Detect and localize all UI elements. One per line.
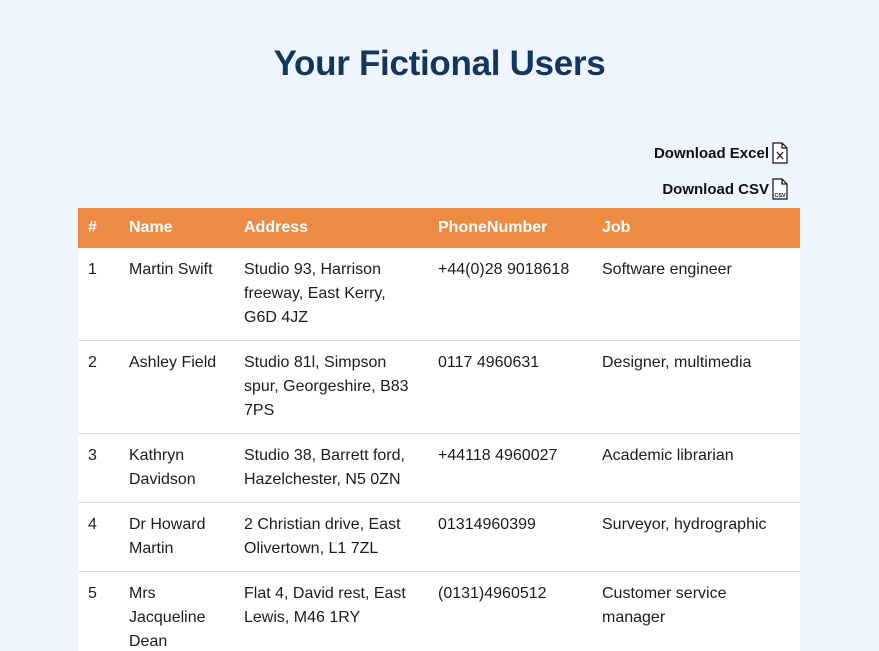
cell-job: Software engineer [592, 248, 800, 341]
download-csv-link[interactable]: Download CSV CSV [654, 176, 789, 200]
cell-phone: +44118 4960027 [428, 433, 592, 503]
download-csv-label: Download CSV [662, 181, 769, 198]
cell-job: Surveyor, hydrographic [592, 502, 800, 572]
table-row: 2 Ashley Field Studio 81l, Simpson spur,… [78, 340, 800, 434]
cell-number: 2 [78, 340, 119, 434]
page-title: Your Fictional Users [273, 44, 606, 83]
csv-icon-text: CSV [774, 193, 786, 199]
users-table: # Name Address PhoneNumber Job 1 Martin … [78, 208, 800, 651]
cell-address: Flat 4, David rest, East Lewis, M46 1RY [234, 571, 428, 651]
cell-name: Dr Howard Martin [119, 502, 234, 572]
cell-job: Designer, multimedia [592, 340, 800, 434]
table-header-row: # Name Address PhoneNumber Job [78, 208, 800, 248]
csv-file-icon[interactable]: CSV [771, 178, 789, 200]
download-excel-link[interactable]: Download Excel [654, 140, 789, 164]
cell-address: 2 Christian drive, East Olivertown, L1 7… [234, 502, 428, 572]
excel-file-icon[interactable] [771, 142, 789, 164]
column-header-name: Name [129, 219, 173, 236]
cell-job: Academic librarian [592, 433, 800, 503]
cell-address: Studio 81l, Simpson spur, Georgeshire, B… [234, 340, 428, 434]
table-row: 1 Martin Swift Studio 93, Harrison freew… [78, 248, 800, 341]
cell-name: Ashley Field [119, 340, 234, 434]
column-header-job: Job [602, 219, 631, 236]
column-header-phone: PhoneNumber [438, 219, 548, 236]
cell-phone: +44(0)28 9018618 [428, 248, 592, 341]
cell-phone: 0117 4960631 [428, 340, 592, 434]
cell-name: Mrs Jacqueline Dean [119, 571, 234, 651]
cell-number: 5 [78, 571, 119, 651]
table-row: 4 Dr Howard Martin 2 Christian drive, Ea… [78, 502, 800, 572]
cell-phone: (0131)4960512 [428, 571, 592, 651]
cell-address: Studio 38, Barrett ford, Hazelchester, N… [234, 433, 428, 503]
cell-number: 3 [78, 433, 119, 503]
cell-phone: 01314960399 [428, 502, 592, 572]
column-header-address: Address [244, 219, 309, 236]
cell-number: 1 [78, 248, 119, 341]
table-row: 5 Mrs Jacqueline Dean Flat 4, David rest… [78, 571, 800, 651]
cell-address: Studio 93, Harrison freeway, East Kerry,… [234, 248, 428, 341]
cell-number: 4 [78, 502, 119, 572]
column-header-number: # [88, 219, 97, 236]
download-excel-label: Download Excel [653, 145, 769, 162]
cell-name: Martin Swift [119, 248, 234, 341]
table-row: 3 Kathryn Davidson Studio 38, Barrett fo… [78, 433, 800, 503]
cell-name: Kathryn Davidson [119, 433, 234, 503]
cell-job: Customer service manager [592, 571, 800, 651]
download-links: Download Excel Download CSV CSV [654, 140, 789, 212]
